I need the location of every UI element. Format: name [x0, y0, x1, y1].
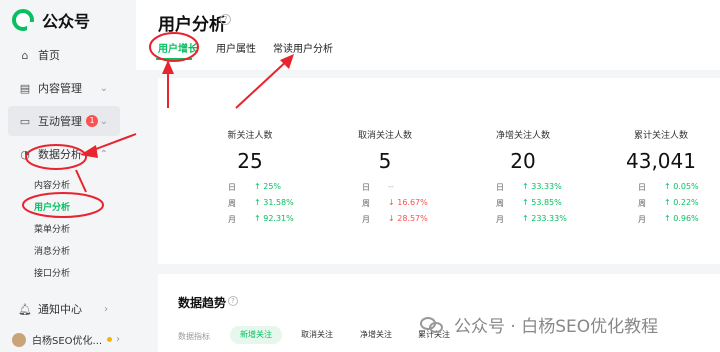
sidebar-item-label: 互动管理 — [38, 115, 82, 128]
home-icon: ⌂ — [21, 48, 29, 62]
stat-label: 净增关注人数 — [495, 131, 550, 141]
chat-icon: ▭ — [19, 114, 31, 128]
wechat-icon — [420, 315, 446, 335]
trend-title: 数据趋势 — [178, 296, 227, 310]
period-label: 周 — [362, 199, 370, 208]
stat-total-followers: 累计关注人数 43,041 — [596, 128, 720, 173]
brand-name: 公众号 — [42, 12, 91, 31]
stat-rows-net: 日 ↑ 33.33% 周 ↑ 53.85% 月 ↑ 233.33% — [496, 182, 626, 230]
stat-value: 43,041 — [626, 149, 696, 173]
metric-label: 数据指标 — [178, 332, 210, 341]
help-icon[interactable]: ? — [228, 296, 238, 306]
metric-pill-new[interactable]: 新增关注 — [230, 326, 282, 344]
change-value: ↑ 0.05% — [664, 182, 699, 191]
stat-value: 5 — [378, 149, 392, 173]
stats-card: 新关注人数 25 日 ↑ 25% 周 ↑ 31.58% 月 ↑ 92.31% 取消关注… — [158, 78, 720, 264]
account-switcher[interactable]: 白杨SEO优化... › — [12, 332, 120, 347]
bell-icon: 🔔︎ — [18, 302, 32, 316]
period-label: 日 — [362, 183, 370, 192]
change-value: ↑ 53.85% — [522, 198, 562, 207]
period-label: 日 — [228, 183, 236, 192]
status-dot — [107, 337, 113, 342]
metric-pill-net[interactable]: 净增关注 — [350, 326, 402, 344]
stat-label: 取消关注人数 — [357, 131, 412, 141]
notification-badge: 1 — [86, 115, 98, 127]
logo-icon — [12, 9, 35, 31]
stat-value: 25 — [237, 149, 263, 173]
change-value: ↑ 0.22% — [664, 198, 699, 207]
stat-new-followers: 新关注人数 25 — [185, 128, 315, 173]
change-value: ↓ 28.57% — [388, 214, 428, 223]
chevron-up-icon: ⌃ — [99, 148, 108, 160]
period-label: 周 — [638, 199, 646, 208]
period-label: 周 — [228, 199, 236, 208]
chevron-right-icon: › — [104, 303, 108, 315]
change-value: ↓ 16.67% — [388, 198, 428, 207]
stat-unfollowers: 取消关注人数 5 — [320, 128, 450, 173]
active-tab-indicator — [156, 58, 192, 60]
sidebar-item-label: 内容管理 — [38, 82, 82, 95]
chevron-right-icon: › — [116, 334, 121, 345]
period-label: 日 — [496, 183, 504, 192]
help-icon[interactable]: ? — [220, 14, 231, 25]
brand[interactable]: 公众号 — [12, 8, 90, 32]
period-label: 月 — [362, 215, 370, 224]
sidebar-item-analytics[interactable]: ◔ 数据分析 ⌃ — [8, 139, 120, 169]
chevron-down-icon: ⌄ — [99, 82, 108, 94]
period-label: 周 — [496, 199, 504, 208]
change-value: ↑ 92.31% — [254, 214, 294, 223]
sidebar-item-interaction[interactable]: ▭ 互动管理 1 ⌄ — [8, 106, 120, 136]
stat-rows-new: 日 ↑ 25% 周 ↑ 31.58% 月 ↑ 92.31% — [228, 182, 358, 230]
sidebar-item-notice[interactable]: 🔔︎ 通知中心 › — [8, 294, 120, 324]
document-icon: ▤ — [19, 81, 31, 95]
stat-rows-unfollow: 日 -- 周 ↓ 16.67% 月 ↓ 28.57% — [362, 182, 492, 230]
tab-user-attributes[interactable]: 用户属性 — [216, 40, 256, 55]
chevron-down-icon: ⌄ — [99, 115, 108, 127]
period-label: 月 — [638, 215, 646, 224]
watermark: 公众号 · 白杨SEO优化教程 — [420, 312, 658, 337]
sidebar-sub-user-analysis[interactable]: 用户分析 — [34, 200, 70, 213]
period-label: 月 — [496, 215, 504, 224]
change-value: ↑ 31.58% — [254, 198, 294, 207]
tab-frequent-readers[interactable]: 常读用户分析 — [273, 40, 333, 55]
period-label: 日 — [638, 183, 646, 192]
stat-rows-total: 日 ↑ 0.05% 周 ↑ 0.22% 月 ↑ 0.96% — [638, 182, 720, 230]
analytics-icon: ◔ — [20, 147, 30, 161]
sidebar-sub-api-analysis[interactable]: 接口分析 — [34, 266, 70, 279]
change-value: ↑ 25% — [254, 182, 282, 191]
sidebar-sub-content-analysis[interactable]: 内容分析 — [34, 178, 70, 191]
change-value: ↑ 0.96% — [664, 214, 699, 223]
sidebar-sub-menu-analysis[interactable]: 菜单分析 — [34, 222, 70, 235]
sidebar-item-label: 数据分析 — [38, 148, 82, 161]
stat-label: 新关注人数 — [227, 131, 273, 141]
watermark-text: 公众号 · 白杨SEO优化教程 — [454, 317, 659, 337]
avatar — [12, 332, 26, 347]
page-header: 用户分析 ? 用户增长 用户属性 常读用户分析 — [136, 0, 720, 70]
sidebar-item-label: 首页 — [38, 49, 60, 62]
stat-net-followers: 净增关注人数 20 — [458, 128, 588, 173]
tab-user-growth[interactable]: 用户增长 — [158, 40, 198, 55]
sidebar-item-home[interactable]: ⌂ 首页 — [8, 40, 120, 70]
period-label: 月 — [228, 215, 236, 224]
change-value: -- — [388, 182, 394, 191]
stat-value: 20 — [510, 149, 536, 173]
account-name: 白杨SEO优化... — [32, 336, 103, 347]
sidebar: 公众号 ⌂ 首页 ▤ 内容管理 ⌄ ▭ 互动管理 1 ⌄ ◔ 数据分析 ⌃ 内容… — [0, 0, 136, 352]
sidebar-sub-message-analysis[interactable]: 消息分析 — [34, 244, 70, 257]
sidebar-item-label: 通知中心 — [38, 303, 82, 316]
metric-pill-unfollow[interactable]: 取消关注 — [291, 326, 343, 344]
page-title: 用户分析 — [158, 15, 226, 35]
stat-label: 累计关注人数 — [633, 131, 688, 141]
change-value: ↑ 233.33% — [522, 214, 567, 223]
sidebar-item-content[interactable]: ▤ 内容管理 ⌄ — [8, 73, 120, 103]
change-value: ↑ 33.33% — [522, 182, 562, 191]
